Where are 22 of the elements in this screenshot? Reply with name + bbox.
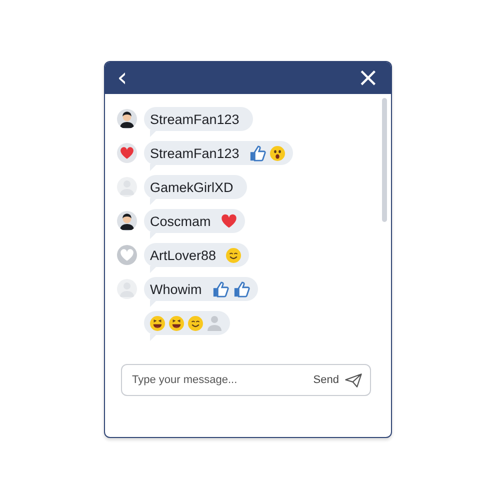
grinning-face-icon xyxy=(150,316,165,330)
smiling-face-icon xyxy=(226,248,242,262)
username: Whowim xyxy=(150,282,202,296)
thumbs-up-icon xyxy=(212,280,229,298)
person-icon xyxy=(207,315,222,331)
grinning-face-icon xyxy=(169,316,184,330)
username: StreamFan123 xyxy=(150,146,240,160)
username: GamekGirlXD xyxy=(150,180,234,194)
username: Coscmam xyxy=(150,214,211,228)
heart-icon xyxy=(220,213,237,229)
thumbs-up-icon xyxy=(232,280,250,298)
thumbs-up-icon xyxy=(249,144,266,162)
scrollbar[interactable] xyxy=(382,98,387,222)
username: StreamFan123 xyxy=(150,112,240,126)
smiling-face-icon xyxy=(188,316,203,330)
back-button[interactable]: ‹ xyxy=(115,65,130,91)
username: ArtLover88 xyxy=(150,248,216,262)
send-button[interactable]: Send xyxy=(313,372,362,388)
close-button[interactable]: × xyxy=(355,65,381,91)
paper-plane-icon xyxy=(345,372,362,388)
surprised-face-icon xyxy=(270,146,286,160)
message-field[interactable]: Type your message... Send xyxy=(121,364,371,396)
